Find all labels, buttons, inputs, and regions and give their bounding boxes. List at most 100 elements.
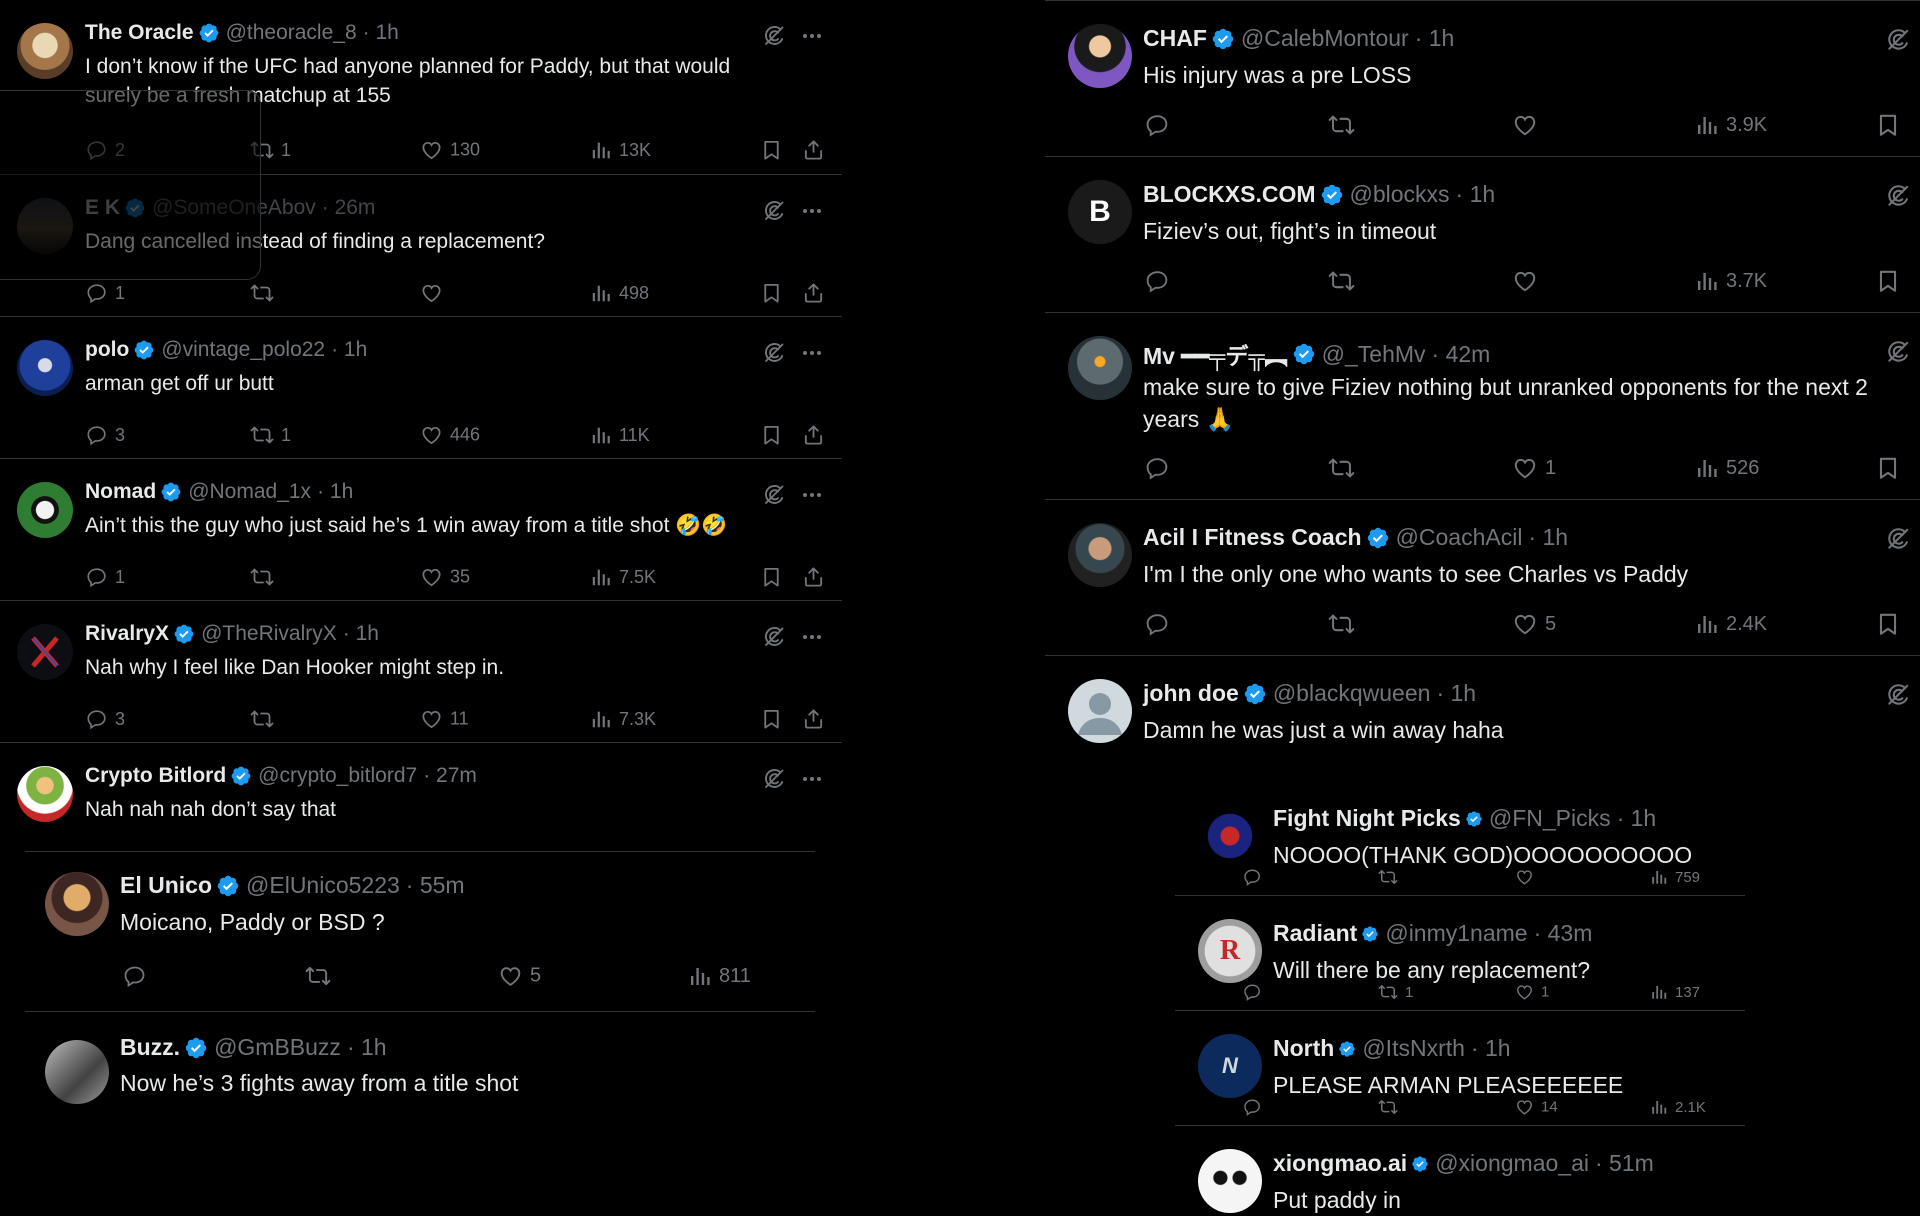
tweet[interactable]: B BLOCKXS.COM @blockxs · 1h Fiziev’s out… <box>1045 157 1920 313</box>
timestamp[interactable]: · 1h <box>1456 181 1496 208</box>
display-name[interactable]: Nomad <box>85 480 156 504</box>
tweet[interactable]: Acil I Fitness Coach @CoachAcil · 1h I'm… <box>1045 500 1920 656</box>
bookmark-button[interactable] <box>760 566 783 589</box>
like-button[interactable]: 1 <box>1515 983 1549 1002</box>
like-button[interactable]: 5 <box>498 964 541 989</box>
bookmark-button[interactable] <box>760 708 783 731</box>
avatar[interactable] <box>1068 336 1132 400</box>
like-button[interactable]: 11 <box>420 708 469 731</box>
grok-icon[interactable] <box>762 483 786 507</box>
grok-icon[interactable] <box>1885 339 1911 365</box>
avatar[interactable] <box>17 198 73 254</box>
grok-icon[interactable] <box>1885 27 1911 53</box>
views-button[interactable]: 7.3K <box>590 708 656 730</box>
views-button[interactable]: 759 <box>1650 868 1700 886</box>
display-name[interactable]: Radiant <box>1273 920 1357 947</box>
retweet-button[interactable] <box>1328 268 1362 295</box>
avatar[interactable]: N <box>1198 1034 1262 1098</box>
avatar[interactable] <box>45 872 109 936</box>
handle[interactable]: @vintage_polo22 <box>161 338 325 362</box>
timestamp[interactable]: · 1h <box>1528 524 1568 551</box>
display-name[interactable]: RivalryX <box>85 622 169 646</box>
retweet-button[interactable] <box>305 963 338 989</box>
nested-tweet[interactable]: El Unico @ElUnico5223 · 55m Moicano, Pad… <box>25 852 815 1010</box>
share-button[interactable] <box>802 424 825 447</box>
reply-button[interactable] <box>123 964 154 988</box>
reply-tweet[interactable]: N North @ItsNxrth · 1h PLEASE ARMAN PLEA… <box>1175 1011 1745 1126</box>
tweet[interactable]: The Oracle @theoracle_8 · 1h I don’t kno… <box>0 0 842 175</box>
share-button[interactable] <box>802 282 825 305</box>
reply-button[interactable]: 1 <box>86 566 125 588</box>
views-button[interactable]: 3.7K <box>1695 269 1767 293</box>
reply-button[interactable]: 2 <box>86 139 125 161</box>
handle[interactable]: @CalebMontour <box>1241 25 1409 52</box>
timestamp[interactable]: · 1h <box>1436 680 1476 707</box>
more-icon[interactable] <box>800 199 824 223</box>
reply-tweet[interactable]: xiongmao.ai @xiongmao_ai · 51m Put paddy… <box>1175 1126 1745 1213</box>
like-button[interactable]: 1 <box>1512 455 1556 481</box>
reply-button[interactable] <box>1243 1098 1269 1117</box>
retweet-button[interactable] <box>250 281 281 305</box>
retweet-button[interactable]: 1 <box>1378 982 1413 1002</box>
handle[interactable]: @Nomad_1x <box>188 480 311 504</box>
display-name[interactable]: North <box>1273 1035 1334 1062</box>
handle[interactable]: @theoracle_8 <box>226 21 357 45</box>
nested-tweet[interactable]: Buzz. @GmBBuzz · 1h Now he’s 3 fights aw… <box>25 1012 815 1122</box>
timestamp[interactable]: · 51m <box>1595 1150 1654 1177</box>
avatar[interactable] <box>45 1040 109 1104</box>
handle[interactable]: @ElUnico5223 <box>246 872 400 899</box>
timestamp[interactable]: · 1h <box>1471 1035 1511 1062</box>
views-button[interactable]: 11K <box>590 424 650 446</box>
avatar[interactable] <box>17 766 73 822</box>
views-button[interactable]: 137 <box>1650 983 1700 1001</box>
views-button[interactable]: 13K <box>590 139 651 161</box>
timestamp[interactable]: · 1h <box>347 1034 387 1061</box>
timestamp[interactable]: · 43m <box>1534 920 1593 947</box>
views-button[interactable]: 526 <box>1695 456 1759 480</box>
grok-icon[interactable] <box>762 625 786 649</box>
views-button[interactable]: 2.1K <box>1650 1098 1706 1116</box>
bookmark-button[interactable] <box>760 424 783 447</box>
retweet-button[interactable] <box>1378 867 1405 887</box>
reply-button[interactable] <box>1243 983 1269 1002</box>
avatar[interactable] <box>17 482 73 538</box>
timestamp[interactable]: · 27m <box>423 764 477 788</box>
reply-button[interactable] <box>1243 868 1269 887</box>
grok-icon[interactable] <box>1885 682 1911 708</box>
reply-tweet[interactable]: Fight Night Picks @FN_Picks · 1h NOOOO(T… <box>1175 781 1745 896</box>
retweet-button[interactable] <box>1378 1097 1405 1117</box>
views-button[interactable]: 811 <box>688 964 751 988</box>
avatar[interactable] <box>17 340 73 396</box>
more-icon[interactable] <box>800 341 824 365</box>
reply-button[interactable] <box>1145 269 1177 294</box>
avatar[interactable] <box>17 624 73 680</box>
timestamp[interactable]: · 1h <box>331 338 367 362</box>
views-button[interactable]: 3.9K <box>1695 113 1767 137</box>
tweet[interactable]: john doe @blackqwueen · 1h Damn he was j… <box>1045 656 1920 1213</box>
display-name[interactable]: polo <box>85 338 129 362</box>
reply-button[interactable] <box>1145 456 1177 481</box>
like-button[interactable]: 5 <box>1512 611 1556 637</box>
reply-button[interactable]: 3 <box>86 424 125 446</box>
reply-tweet[interactable]: R Radiant @inmy1name · 43m Will there be… <box>1175 896 1745 1011</box>
more-icon[interactable] <box>800 625 824 649</box>
handle[interactable]: @blackqwueen <box>1273 680 1431 707</box>
display-name[interactable]: The Oracle <box>85 21 194 45</box>
views-button[interactable]: 2.4K <box>1695 612 1767 636</box>
like-button[interactable]: 14 <box>1515 1098 1558 1117</box>
grok-icon[interactable] <box>762 341 786 365</box>
retweet-button[interactable] <box>250 707 281 731</box>
display-name[interactable]: Acil I Fitness Coach <box>1143 524 1362 551</box>
timestamp[interactable]: · 55m <box>406 872 465 899</box>
timestamp[interactable]: · 1h <box>343 622 379 646</box>
more-icon[interactable] <box>800 483 824 507</box>
avatar[interactable] <box>1198 804 1262 868</box>
grok-icon[interactable] <box>762 24 786 48</box>
handle[interactable]: @CoachAcil <box>1396 524 1523 551</box>
display-name[interactable]: E K <box>85 196 120 220</box>
timestamp[interactable]: · 1h <box>317 480 353 504</box>
reply-button[interactable]: 3 <box>86 708 125 730</box>
avatar[interactable]: R <box>1198 919 1262 983</box>
handle[interactable]: @TheRivalryX <box>201 622 337 646</box>
avatar[interactable] <box>17 23 73 79</box>
